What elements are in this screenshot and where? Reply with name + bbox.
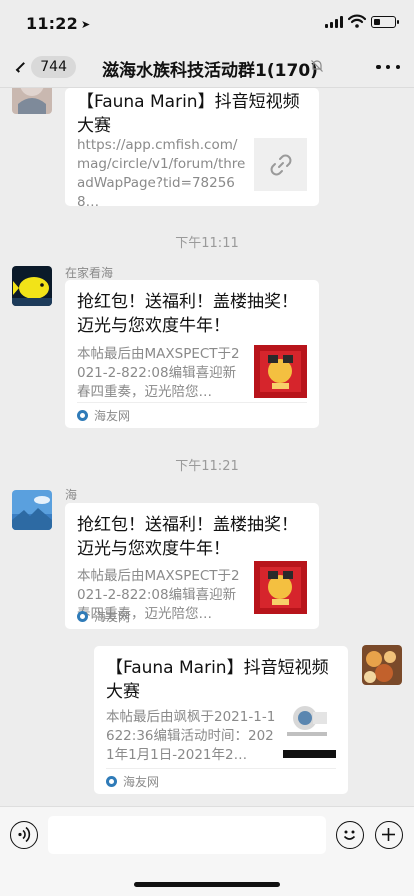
- article-card[interactable]: 抢红包！送福利！盖楼抽奖！迈光与您欢度牛年！ 本帖最后由MAXSPECT于202…: [65, 280, 319, 428]
- voice-input-button[interactable]: [10, 821, 38, 849]
- mute-bell-icon: [311, 60, 323, 72]
- source-name: 海友网: [94, 609, 131, 624]
- timestamp-separator: 下午11:21: [175, 459, 239, 474]
- sender-avatar[interactable]: [12, 266, 52, 306]
- battery-icon: [371, 16, 399, 28]
- cellular-signal-icon: [325, 16, 343, 28]
- sender-avatar[interactable]: [12, 88, 52, 114]
- voice-wave-icon: [18, 826, 31, 843]
- article-card[interactable]: 抢红包！送福利！盖楼抽奖！迈光与您欢度牛年！ 本帖最后由MAXSPECT于202…: [65, 503, 319, 629]
- card-title: 抢红包！送福利！盖楼抽奖！迈光与您欢度牛年！: [77, 515, 298, 559]
- back-button[interactable]: 744: [10, 52, 76, 82]
- card-thumbnail: [283, 700, 336, 758]
- unread-count-badge: 744: [31, 56, 76, 78]
- source-name: 海友网: [123, 775, 160, 789]
- home-indicator: [134, 882, 280, 887]
- more-functions-button[interactable]: [375, 821, 403, 849]
- battery-level: [373, 18, 380, 25]
- timestamp-separator: 下午11:11: [175, 236, 239, 251]
- link-icon: [270, 154, 291, 175]
- card-source: 海友网: [77, 603, 307, 629]
- status-bar: 11:22 ➤: [0, 0, 414, 46]
- sender-avatar[interactable]: [12, 490, 52, 530]
- chevron-left-icon: [15, 61, 27, 73]
- my-avatar[interactable]: [362, 645, 402, 685]
- card-description: 本帖最后由飒枫于2021-1-1622:36编辑活动时间：2021年1月1日-2…: [106, 709, 276, 763]
- wifi-icon: [348, 14, 366, 28]
- card-title: 【Fauna Marin】抖音短视频大赛: [77, 92, 300, 136]
- plus-icon: [382, 828, 395, 841]
- card-description: https://app.cmfish.com/mag/circle/v1/for…: [77, 137, 246, 210]
- status-time: 11:22 ➤: [26, 14, 90, 33]
- card-description: 本帖最后由MAXSPECT于2021-2-822:08编辑喜迎新春四重奏，迈光陪…: [77, 346, 240, 400]
- sender-name: 海: [65, 488, 78, 502]
- card-thumbnail: [254, 138, 307, 191]
- card-thumbnail: [254, 345, 307, 398]
- location-arrow-icon: ➤: [80, 18, 91, 31]
- article-card[interactable]: 【Fauna Marin】抖音短视频大赛 本帖最后由飒枫于2021-1-1622…: [94, 646, 348, 794]
- card-title: 【Fauna Marin】抖音短视频大赛: [106, 658, 329, 702]
- more-options-button[interactable]: [376, 58, 400, 76]
- chat-title: 滋海水族科技活动群1(170): [102, 61, 318, 81]
- dot-icon: [385, 64, 391, 70]
- chat-header: 744 滋海水族科技活动群1(170): [0, 46, 414, 88]
- card-title: 抢红包！送福利！盖楼抽奖！迈光与您欢度牛年！: [77, 292, 298, 336]
- dot-icon: [376, 64, 381, 70]
- card-source: 海友网: [106, 768, 336, 794]
- message-list[interactable]: 【Fauna Marin】抖音短视频大赛 https://app.cmfish.…: [0, 88, 414, 806]
- source-app-icon: [77, 610, 88, 622]
- dot-icon: [395, 64, 400, 70]
- source-app-icon: [77, 410, 88, 421]
- emoji-button[interactable]: [336, 821, 364, 849]
- status-time-text: 11:22: [26, 14, 78, 33]
- source-name: 海友网: [94, 409, 131, 423]
- link-card[interactable]: 【Fauna Marin】抖音短视频大赛 https://app.cmfish.…: [65, 88, 319, 210]
- smiley-icon: [343, 830, 356, 840]
- source-app-icon: [106, 776, 117, 787]
- sender-name: 在家看海: [65, 266, 114, 280]
- message-text-input[interactable]: [48, 816, 326, 854]
- card-source: 海友网: [77, 402, 307, 428]
